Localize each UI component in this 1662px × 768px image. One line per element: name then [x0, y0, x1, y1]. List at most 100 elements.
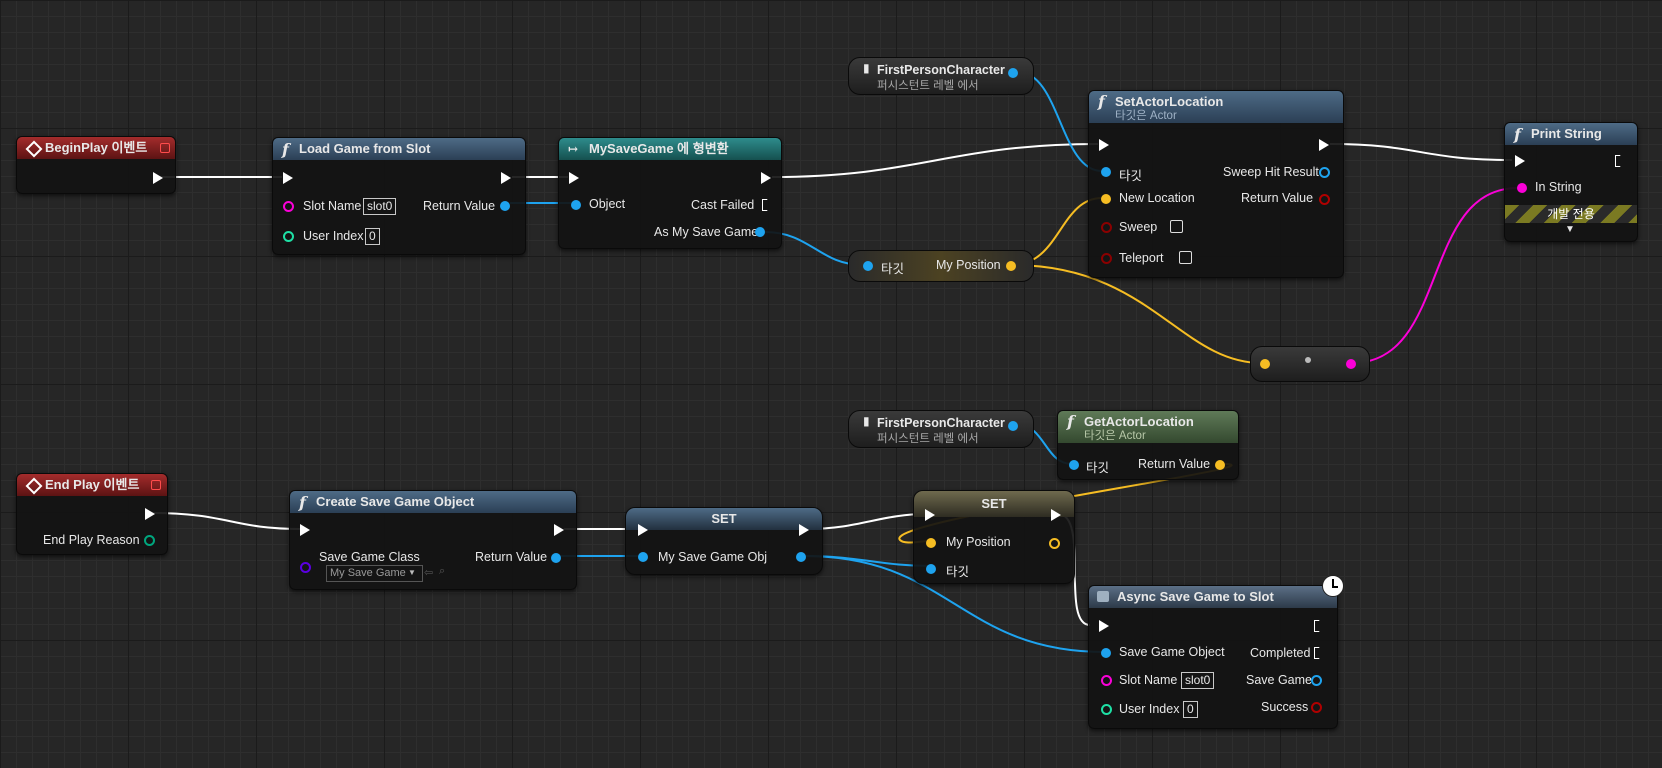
chevron-down-icon[interactable]: ▼ [408, 568, 416, 577]
input-pin[interactable] [1260, 359, 1270, 369]
completed-label: Completed [1250, 646, 1311, 660]
get-my-position-node[interactable]: 타깃 My Position [848, 250, 1034, 282]
user-index-pin[interactable] [1101, 704, 1112, 715]
new-location-pin[interactable] [1101, 194, 1111, 204]
sweep-checkbox[interactable] [1170, 220, 1183, 233]
in-string-label: In String [1535, 180, 1582, 194]
exec-in-pin[interactable] [638, 524, 648, 536]
save-game-class-pin[interactable] [300, 562, 311, 573]
slot-name-pin[interactable] [1101, 675, 1112, 686]
my-position-input-pin[interactable] [926, 538, 936, 548]
set-actor-location-node[interactable]: f SetActorLocation 타깃은 Actor 타깃 Sweep Hit … [1088, 90, 1344, 278]
user-index-pin[interactable] [283, 231, 294, 242]
end-play-event-node[interactable]: End Play 이벤트 End Play Reason [16, 473, 168, 555]
return-value-pin[interactable] [551, 553, 561, 563]
as-my-save-game-pin[interactable] [755, 227, 765, 237]
output-pin[interactable] [1346, 359, 1356, 369]
get-actor-location-node[interactable]: f GetActorLocation 타깃은 Actor 타깃 Return Val… [1057, 410, 1239, 480]
exec-out-pin[interactable] [1051, 509, 1061, 521]
event-icon [25, 477, 43, 495]
use-selected-icon[interactable]: ⇦ [424, 566, 433, 579]
exec-in-pin[interactable] [569, 172, 579, 184]
my-save-game-obj-label: My Save Game Obj [658, 550, 768, 564]
conversion-node[interactable] [1250, 346, 1370, 382]
exec-in-pin[interactable] [283, 172, 293, 184]
exec-out-pin[interactable] [501, 172, 511, 184]
target-pin[interactable] [926, 564, 936, 574]
my-position-output-pin[interactable] [1049, 538, 1060, 549]
node-title: Load Game from Slot [299, 141, 431, 156]
save-game-object-label: Save Game Object [1119, 645, 1225, 659]
object-pin[interactable] [571, 200, 581, 210]
exec-out-pin[interactable] [1314, 620, 1323, 632]
async-save-game-to-slot-node[interactable]: Async Save Game to Slot Save Game Object… [1088, 575, 1344, 729]
return-value-pin[interactable] [500, 201, 510, 211]
function-icon: f [1514, 125, 1521, 144]
search-icon[interactable]: ⌕ [439, 565, 445, 578]
exec-in-pin[interactable] [300, 524, 310, 536]
load-game-from-slot-node[interactable]: f Load Game from Slot Slot Name slot0 Ret… [272, 137, 526, 255]
exec-in-pin[interactable] [925, 509, 935, 521]
my-save-game-obj-input-pin[interactable] [638, 552, 648, 562]
exec-out-pin[interactable] [145, 508, 155, 520]
return-value-pin[interactable] [1215, 460, 1225, 470]
exec-in-pin[interactable] [1099, 139, 1109, 151]
return-value-label: Return Value [423, 199, 496, 213]
end-play-reason-pin[interactable] [144, 535, 155, 546]
as-my-save-game-label: As My Save Game [654, 225, 759, 239]
cast-to-mysavegame-node[interactable]: ↦ MySaveGame 에 형변환 Object Cast Failed As … [558, 137, 782, 249]
function-icon: f [282, 140, 289, 159]
success-pin[interactable] [1311, 702, 1322, 713]
delegate-icon[interactable] [151, 480, 161, 490]
save-game-object-pin[interactable] [1101, 648, 1111, 658]
save-game-class-label: Save Game Class [319, 550, 420, 564]
exec-in-pin[interactable] [1515, 155, 1525, 167]
create-save-game-object-node[interactable]: f Create Save Game Object Save Game Class… [289, 490, 577, 590]
user-index-field[interactable]: 0 [1183, 701, 1198, 718]
exec-out-pin[interactable] [799, 524, 809, 536]
exec-out-pin[interactable] [554, 524, 564, 536]
output-pin[interactable] [1008, 68, 1018, 78]
return-value-pin[interactable] [1319, 194, 1330, 205]
exec-out-pin[interactable] [761, 172, 771, 184]
teleport-checkbox[interactable] [1179, 251, 1192, 264]
slot-name-field[interactable]: slot0 [363, 198, 397, 215]
exec-out-pin[interactable] [1319, 139, 1329, 151]
begin-play-event-node[interactable]: BeginPlay 이벤트 [16, 136, 176, 194]
my-position-pin[interactable] [1006, 261, 1016, 271]
first-person-character-node[interactable]: ▮ FirstPersonCharacter 퍼시스턴트 레벨 에서 [848, 410, 1034, 448]
save-game-label: Save Game [1246, 673, 1313, 687]
completed-pin[interactable] [1314, 647, 1323, 659]
print-string-node[interactable]: f Print String In String 개발 전용 ▼ [1504, 122, 1638, 242]
teleport-pin[interactable] [1101, 253, 1112, 264]
set-my-save-game-obj-node[interactable]: SET My Save Game Obj [625, 507, 823, 575]
target-label: 타깃 [946, 565, 970, 579]
my-save-game-obj-output-pin[interactable] [796, 552, 806, 562]
user-index-field[interactable]: 0 [365, 228, 380, 245]
sweep-pin[interactable] [1101, 222, 1112, 233]
expand-arrow-icon[interactable]: ▼ [1565, 224, 1575, 235]
latent-clock-icon [1322, 575, 1344, 597]
event-icon [25, 140, 43, 158]
slot-name-pin[interactable] [283, 201, 294, 212]
function-icon: f [1067, 412, 1074, 431]
in-string-pin[interactable] [1517, 183, 1527, 193]
save-game-pin[interactable] [1311, 675, 1322, 686]
slot-name-field[interactable]: slot0 [1181, 672, 1215, 689]
sweep-hit-result-pin[interactable] [1319, 167, 1330, 178]
exec-wire [1329, 143, 1513, 161]
delegate-icon[interactable] [160, 143, 170, 153]
set-my-position-node[interactable]: SET My Position 타깃 [913, 490, 1075, 584]
exec-in-pin[interactable] [1099, 620, 1109, 632]
exec-out-pin[interactable] [153, 172, 163, 184]
exec-wire [771, 143, 1099, 178]
node-title: SetActorLocation [1115, 94, 1224, 109]
exec-out-pin[interactable] [1615, 155, 1624, 167]
cast-failed-pin[interactable] [762, 199, 771, 211]
target-pin[interactable] [1069, 460, 1079, 470]
output-pin[interactable] [1008, 421, 1018, 431]
first-person-character-node[interactable]: ▮ FirstPersonCharacter 퍼시스턴트 레벨 에서 [848, 57, 1034, 95]
target-label: 타깃 [1119, 169, 1143, 183]
target-pin[interactable] [863, 261, 873, 271]
target-pin[interactable] [1101, 167, 1111, 177]
